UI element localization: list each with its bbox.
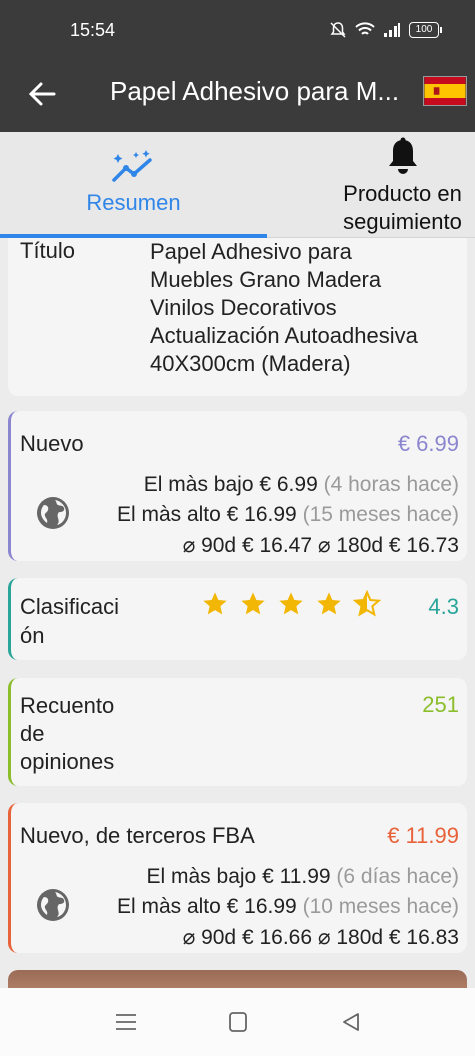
fba-avg180-value: € 16.83 [388, 926, 459, 949]
new-avg90-value: € 16.47 [241, 534, 313, 557]
new-lowest-label: El màs bajo [143, 473, 254, 496]
star-full-icon [203, 592, 227, 615]
wifi-icon [355, 22, 375, 35]
product-image-card[interactable] [8, 970, 467, 988]
status-time: 15:54 [70, 20, 116, 40]
tab-follow-label-line2: seguimiento [343, 209, 462, 234]
rating-card[interactable]: Clasificaci ón 4.3 [8, 578, 467, 660]
tab-resumen-label: Resumen [86, 190, 181, 215]
back-button[interactable] [24, 76, 60, 112]
fba-price-card[interactable]: Nuevo, de terceros FBA € 11.99 El màs ba… [8, 803, 467, 953]
title-line: Actualización Autoadhesiva [150, 323, 418, 348]
new-highest-value: € 16.99 [226, 503, 297, 526]
fba-highest-label: El màs alto [116, 895, 221, 918]
bell-icon [389, 137, 417, 174]
globe-icon[interactable] [35, 495, 71, 531]
battery-icon: 100 [409, 22, 442, 38]
fba-lowest-label: El màs bajo [146, 865, 257, 888]
rating-stars [201, 590, 381, 618]
rating-label: Clasificaci ón [20, 592, 140, 650]
status-bar: 15:54 100 [0, 0, 475, 60]
star-full-icon [317, 592, 341, 615]
new-highest-when: (15 meses hace) [302, 503, 459, 526]
signal-icon [384, 23, 400, 37]
fba-avg90-value: € 16.66 [241, 926, 313, 949]
spain-flag-icon[interactable] [423, 76, 467, 106]
new-highest-label: El màs alto [116, 503, 221, 526]
title-line: Papel Adhesivo para [150, 239, 352, 264]
fba-avg180-label: ⌀ 180d [317, 926, 384, 949]
fba-lowest-when: (6 días hace) [336, 865, 459, 888]
star-full-icon [241, 592, 265, 615]
tab-follow-label: Producto en seguimiento [330, 180, 475, 236]
title-line: Muebles Grano Madera [150, 267, 382, 292]
arrow-left-icon [28, 82, 56, 106]
product-title: Papel Adhesivo para M... [110, 76, 400, 106]
rating-label-line2: ón [20, 623, 45, 648]
title-line: Vinilos Decorativos [150, 295, 337, 320]
new-price-label: Nuevo [20, 431, 84, 456]
reviews-label: Recuento de opiniones [20, 692, 160, 776]
menu-nav-icon[interactable] [113, 1010, 139, 1034]
app-bar: Papel Adhesivo para M... [0, 60, 475, 132]
status-icons: 100 [329, 21, 442, 39]
fba-price-label: Nuevo, de terceros FBA [20, 823, 255, 848]
system-nav-bar [0, 988, 475, 1056]
back-nav-icon[interactable] [338, 1010, 364, 1034]
new-lowest-when: (4 horas hace) [323, 473, 459, 496]
fba-average-row: ⌀ 90d € 16.66 ⌀ 180d € 16.83 [183, 925, 459, 950]
star-full-icon [279, 592, 303, 615]
new-highest-row: El màs alto € 16.99 (15 meses hace) [117, 503, 459, 527]
new-avg180-value: € 16.73 [388, 534, 459, 557]
new-average-row: ⌀ 90d € 16.47 ⌀ 180d € 16.73 [183, 533, 459, 558]
bell-muted-icon [330, 22, 346, 38]
new-lowest-row: El màs bajo € 6.99 (4 horas hace) [144, 473, 459, 497]
star-half-icon [353, 590, 381, 617]
sparkle-chart-icon [112, 150, 152, 182]
fba-highest-row: El màs alto € 16.99 (10 meses hace) [117, 895, 459, 919]
title-value: Papel Adhesivo para Muebles Grano Madera… [150, 238, 450, 378]
title-line: 40X300cm (Madera) [150, 351, 351, 376]
reviews-label-line3: opiniones [20, 749, 115, 774]
fba-highest-when: (10 meses hace) [302, 895, 459, 918]
new-price-card[interactable]: Nuevo € 6.99 El màs bajo € 6.99 (4 horas… [8, 411, 467, 561]
fba-price-value: € 11.99 [387, 823, 459, 848]
reviews-card[interactable]: Recuento de opiniones 251 [8, 678, 467, 786]
new-avg90-label: ⌀ 90d [182, 534, 237, 557]
tab-bar: Resumen Producto en seguimiento [0, 132, 475, 238]
tab-producto-seguimiento[interactable]: Producto en seguimiento [330, 132, 475, 238]
reviews-count: 251 [422, 692, 459, 717]
reviews-label-line1: Recuento [20, 693, 115, 718]
title-label: Título [20, 238, 76, 263]
new-avg180-label: ⌀ 180d [317, 534, 384, 557]
rating-score: 4.3 [428, 594, 459, 619]
summary-content[interactable]: Título Papel Adhesivo para Muebles Grano… [0, 238, 475, 988]
home-nav-icon[interactable] [225, 1010, 251, 1034]
rating-label-line1: Clasificaci [20, 594, 120, 619]
new-price-value: € 6.99 [397, 431, 459, 456]
globe-icon[interactable] [35, 887, 71, 923]
tab-follow-label-line1: Producto en [343, 181, 462, 206]
title-card: Título Papel Adhesivo para Muebles Grano… [8, 238, 467, 396]
new-lowest-value: € 6.99 [259, 473, 318, 496]
fba-highest-value: € 16.99 [226, 895, 297, 918]
reviews-label-line2: de [20, 721, 45, 746]
tab-resumen[interactable]: Resumen [0, 132, 267, 238]
fba-lowest-row: El màs bajo € 11.99 (6 días hace) [147, 865, 460, 889]
fba-avg90-label: ⌀ 90d [182, 926, 237, 949]
fba-lowest-value: € 11.99 [262, 865, 331, 888]
